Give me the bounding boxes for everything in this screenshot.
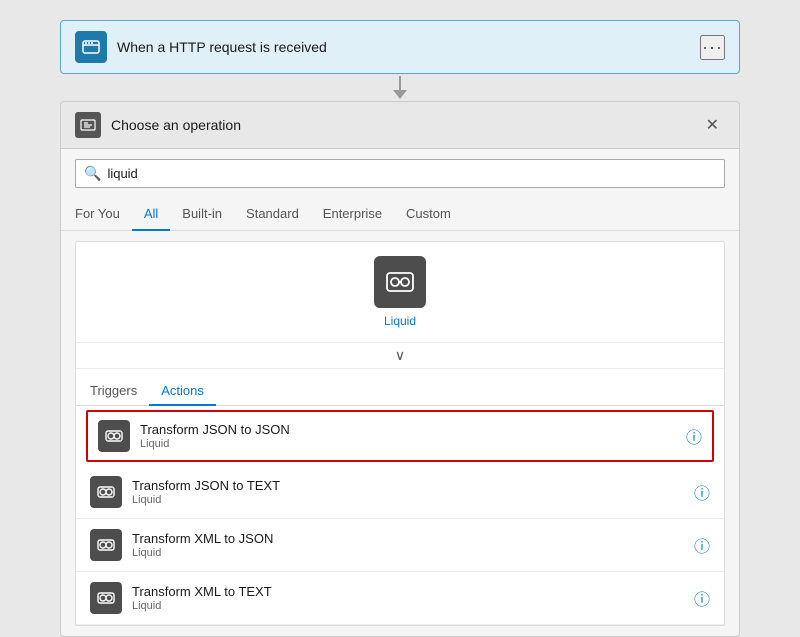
action-sub-1: Liquid bbox=[140, 438, 676, 450]
connector-label[interactable]: Liquid bbox=[384, 314, 416, 328]
transform-icon-4 bbox=[96, 588, 116, 608]
action-item-transform-json-text[interactable]: Transform JSON to TEXT Liquid ⓘ bbox=[76, 466, 724, 519]
panel-title: Choose an operation bbox=[111, 117, 241, 133]
tab-actions[interactable]: Actions bbox=[149, 377, 216, 406]
trigger-title: When a HTTP request is received bbox=[117, 39, 327, 55]
action-name-2: Transform JSON to TEXT bbox=[132, 478, 684, 493]
action-info-4: Transform XML to TEXT Liquid bbox=[132, 584, 684, 612]
trigger-block: When a HTTP request is received ··· bbox=[60, 20, 740, 74]
action-name-1: Transform JSON to JSON bbox=[140, 422, 676, 437]
search-input[interactable]: liquid bbox=[107, 166, 137, 181]
trigger-more-button[interactable]: ··· bbox=[700, 35, 725, 60]
connector-arrow bbox=[393, 76, 407, 99]
action-sub-4: Liquid bbox=[132, 600, 684, 612]
connector-card[interactable]: Liquid bbox=[76, 242, 724, 343]
tab-for-you[interactable]: For You bbox=[75, 198, 132, 231]
info-icon-2[interactable]: ⓘ bbox=[694, 480, 710, 504]
transform-icon-1 bbox=[104, 426, 124, 446]
action-sub-2: Liquid bbox=[132, 494, 684, 506]
action-icon-4 bbox=[90, 582, 122, 614]
panel-header-left: Choose an operation bbox=[75, 112, 241, 138]
search-box[interactable]: 🔍 liquid bbox=[75, 159, 725, 188]
transform-icon-2 bbox=[96, 482, 116, 502]
tab-triggers[interactable]: Triggers bbox=[90, 377, 149, 406]
main-container: When a HTTP request is received ··· Choo… bbox=[40, 20, 760, 637]
info-icon-4[interactable]: ⓘ bbox=[694, 586, 710, 610]
content-area: Liquid ∨ Triggers Actions bbox=[75, 241, 725, 626]
action-name-4: Transform XML to TEXT bbox=[132, 584, 684, 599]
tab-enterprise[interactable]: Enterprise bbox=[311, 198, 394, 231]
info-icon-1[interactable]: ⓘ bbox=[686, 424, 702, 448]
category-tabs: For You All Built-in Standard Enterprise… bbox=[61, 198, 739, 231]
action-name-3: Transform XML to JSON bbox=[132, 531, 684, 546]
arrow-head bbox=[393, 90, 407, 99]
action-icon-1 bbox=[98, 420, 130, 452]
action-info-2: Transform JSON to TEXT Liquid bbox=[132, 478, 684, 506]
tab-standard[interactable]: Standard bbox=[234, 198, 311, 231]
operation-icon bbox=[80, 117, 96, 133]
connector-icon-large bbox=[374, 256, 426, 308]
chevron-down-icon: ∨ bbox=[395, 347, 405, 364]
trigger-left: When a HTTP request is received bbox=[75, 31, 327, 63]
expand-row[interactable]: ∨ bbox=[76, 343, 724, 369]
action-icon-2 bbox=[90, 476, 122, 508]
transform-icon-3 bbox=[96, 535, 116, 555]
action-icon-3 bbox=[90, 529, 122, 561]
inner-tabs: Triggers Actions bbox=[76, 369, 724, 406]
action-info-1: Transform JSON to JSON Liquid bbox=[140, 422, 676, 450]
liquid-icon-large bbox=[383, 265, 417, 299]
info-icon-3[interactable]: ⓘ bbox=[694, 533, 710, 557]
action-item-transform-json-json[interactable]: Transform JSON to JSON Liquid ⓘ bbox=[86, 410, 714, 462]
tab-all[interactable]: All bbox=[132, 198, 170, 231]
search-icon: 🔍 bbox=[84, 165, 101, 182]
operation-panel: Choose an operation ✕ 🔍 liquid For You A… bbox=[60, 101, 740, 637]
tab-custom[interactable]: Custom bbox=[394, 198, 463, 231]
tab-built-in[interactable]: Built-in bbox=[170, 198, 234, 231]
action-info-3: Transform XML to JSON Liquid bbox=[132, 531, 684, 559]
panel-header-icon bbox=[75, 112, 101, 138]
search-container: 🔍 liquid bbox=[61, 149, 739, 198]
trigger-icon bbox=[75, 31, 107, 63]
panel-header: Choose an operation ✕ bbox=[61, 102, 739, 149]
arrow-line bbox=[399, 76, 401, 90]
action-item-transform-xml-json[interactable]: Transform XML to JSON Liquid ⓘ bbox=[76, 519, 724, 572]
action-sub-3: Liquid bbox=[132, 547, 684, 559]
action-list: Transform JSON to JSON Liquid ⓘ bbox=[76, 410, 724, 625]
action-item-transform-xml-text[interactable]: Transform XML to TEXT Liquid ⓘ bbox=[76, 572, 724, 625]
http-icon bbox=[81, 37, 101, 57]
close-button[interactable]: ✕ bbox=[700, 113, 725, 137]
